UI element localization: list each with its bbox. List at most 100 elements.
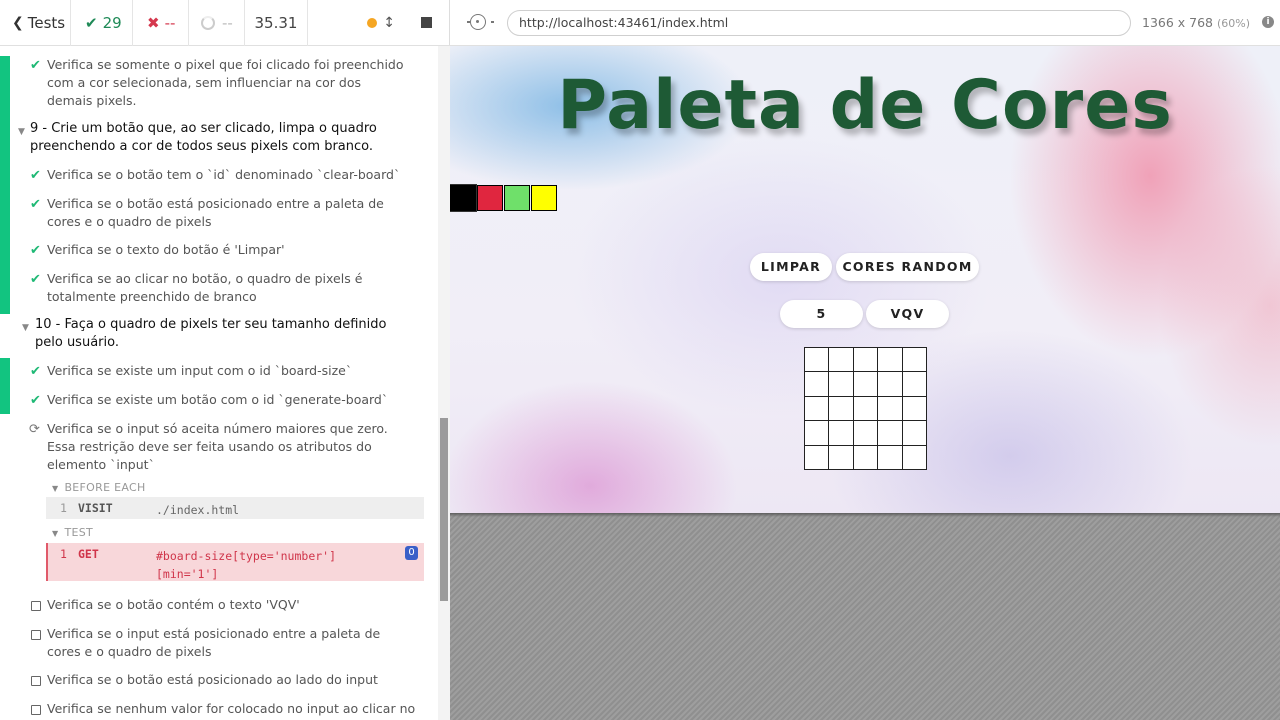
runner-header: ❮ Tests ✔ 29 ✖ -- -- 35.31 ↕ (0, 0, 450, 46)
pixel[interactable] (853, 372, 879, 397)
element-count-badge: 0 (405, 546, 418, 560)
status-bar (0, 231, 10, 261)
clear-board-button[interactable]: LIMPAR (750, 253, 832, 281)
pixel[interactable] (902, 396, 927, 422)
test-item[interactable]: ✔ Verifica se existe um botão com o id `… (0, 386, 438, 414)
pixel[interactable] (829, 421, 854, 446)
runner-controls: ↕ (308, 0, 450, 46)
random-colors-button[interactable]: CORES RANDOM (836, 253, 979, 281)
pixel[interactable] (902, 445, 927, 470)
selector-playground-icon[interactable] (467, 14, 494, 30)
pixel[interactable] (902, 348, 927, 373)
pixel[interactable] (829, 445, 854, 470)
test-item[interactable]: ✔ Verifica se somente o pixel que foi cl… (0, 56, 438, 110)
before-each-label: BEFORE EACH (64, 481, 146, 494)
before-each-header[interactable]: ▼ BEFORE EACH (52, 481, 146, 494)
test-item-pending[interactable]: Verifica se o input está posicionado ent… (0, 625, 438, 661)
cypress-runner: ❮ Tests ✔ 29 ✖ -- -- 35.31 ↕ ✔ Verifica … (0, 0, 1280, 720)
status-bar (0, 56, 10, 110)
failed-count: ✖ -- (133, 0, 189, 46)
test-item[interactable]: ✔ Verifica se ao clicar no botão, o quad… (0, 259, 438, 314)
duration: 35.31 (245, 0, 308, 46)
test-title: Verifica se existe um input com o id `bo… (47, 363, 353, 378)
pixel[interactable] (853, 396, 879, 422)
pixel[interactable] (805, 372, 830, 397)
command-get-failed[interactable]: 1 GET #board-size[type='number'] [min='1… (46, 543, 424, 581)
color-swatch[interactable] (504, 185, 530, 211)
pixel[interactable] (829, 348, 854, 373)
checkbox-icon (31, 630, 41, 640)
command-number: 1 (60, 501, 67, 515)
test-item-pending[interactable]: Verifica se nenhum valor for colocado no… (0, 700, 438, 718)
info-icon[interactable]: i (1262, 16, 1274, 28)
check-icon: ✔ (30, 58, 41, 73)
status-bar (0, 259, 10, 314)
test-item[interactable]: ✔ Verifica se o botão está posicionado e… (0, 184, 438, 231)
checkbox-icon (31, 705, 41, 715)
test-item[interactable]: ✔ Verifica se existe um input com o id `… (0, 358, 438, 386)
pixel-board (804, 347, 927, 470)
pixel[interactable] (853, 421, 879, 446)
command-arg: ./index.html (156, 503, 240, 517)
test-title: Verifica se o botão tem o `id` denominad… (47, 167, 401, 182)
generate-board-button[interactable]: VQV (866, 300, 949, 328)
scrollbar-track[interactable] (438, 46, 450, 720)
test-title: Verifica se o input só aceita número mai… (47, 421, 388, 472)
aut-header: http://localhost:43461/index.html 1366 x… (450, 0, 1280, 46)
pixel[interactable] (878, 445, 903, 470)
test-item[interactable]: ✔ Verifica se o botão tem o `id` denomin… (0, 156, 438, 186)
pixel[interactable] (805, 421, 830, 446)
pixel[interactable] (805, 348, 830, 373)
caret-down-icon: ▼ (18, 127, 25, 137)
viewport-shadow (450, 513, 1280, 517)
status-bar (0, 358, 10, 386)
pixel[interactable] (853, 445, 879, 470)
pixel[interactable] (902, 421, 927, 446)
command-visit[interactable]: 1 VISIT ./index.html (46, 497, 424, 519)
test-item-running[interactable]: ⟳ Verifica se o input só aceita número m… (0, 420, 438, 474)
test-item-pending[interactable]: Verifica se o botão contém o texto 'VQV' (0, 596, 438, 614)
viewport-background (450, 513, 1280, 720)
test-title: Verifica se nenhum valor for colocado no… (47, 701, 416, 716)
color-swatch[interactable] (531, 185, 557, 211)
suite-header[interactable]: ▼ 10 - Faça o quadro de pixels ter seu t… (0, 316, 438, 352)
pixel[interactable] (805, 445, 830, 470)
color-swatch[interactable] (450, 185, 476, 211)
tests-back-button[interactable]: ❮ Tests (0, 0, 71, 46)
failed-value: -- (164, 13, 176, 32)
suite-header[interactable]: ▼ 9 - Crie um botão que, ao ser clicado,… (0, 110, 438, 156)
pixel[interactable] (829, 396, 854, 422)
test-body-header[interactable]: ▼ TEST (52, 526, 93, 539)
pixel[interactable] (878, 421, 903, 446)
pixel[interactable] (878, 348, 903, 373)
test-title: Verifica se o botão contém o texto 'VQV' (47, 597, 300, 612)
test-item[interactable]: ✔ Verifica se o texto do botão é 'Limpar… (0, 231, 438, 261)
auto-scroll-icon[interactable]: ↕ (383, 15, 395, 31)
board-size-input[interactable]: 5 (780, 300, 863, 328)
check-icon: ✔ (30, 272, 41, 287)
scrollbar-thumb[interactable] (440, 418, 448, 601)
test-title: Verifica se o botão está posicionado ent… (47, 196, 384, 229)
status-bar (0, 156, 10, 186)
pixel[interactable] (805, 396, 830, 422)
pixel[interactable] (878, 396, 903, 422)
app-preview: Paleta de Cores LIMPAR CORES RANDOM 5 VQ… (450, 46, 1280, 513)
stop-button[interactable] (421, 17, 432, 28)
viewport-size: 1366 x 768 (1142, 15, 1214, 30)
status-bar (0, 110, 10, 156)
check-icon: ✔ (30, 364, 41, 379)
url-field[interactable]: http://localhost:43461/index.html (507, 10, 1131, 36)
chevron-left-icon: ❮ (12, 14, 24, 31)
pending-count: -- (189, 0, 245, 46)
check-icon: ✔ (30, 168, 41, 183)
color-palette (450, 185, 557, 211)
test-title: Verifica se o input está posicionado ent… (47, 626, 381, 659)
pixel[interactable] (853, 348, 879, 373)
pixel[interactable] (878, 372, 903, 397)
status-bar (0, 184, 10, 231)
test-item-pending[interactable]: Verifica se o botão está posicionado ao … (0, 671, 438, 689)
pixel[interactable] (902, 372, 927, 397)
color-swatch[interactable] (477, 185, 503, 211)
command-number: 1 (60, 547, 67, 561)
pixel[interactable] (829, 372, 854, 397)
